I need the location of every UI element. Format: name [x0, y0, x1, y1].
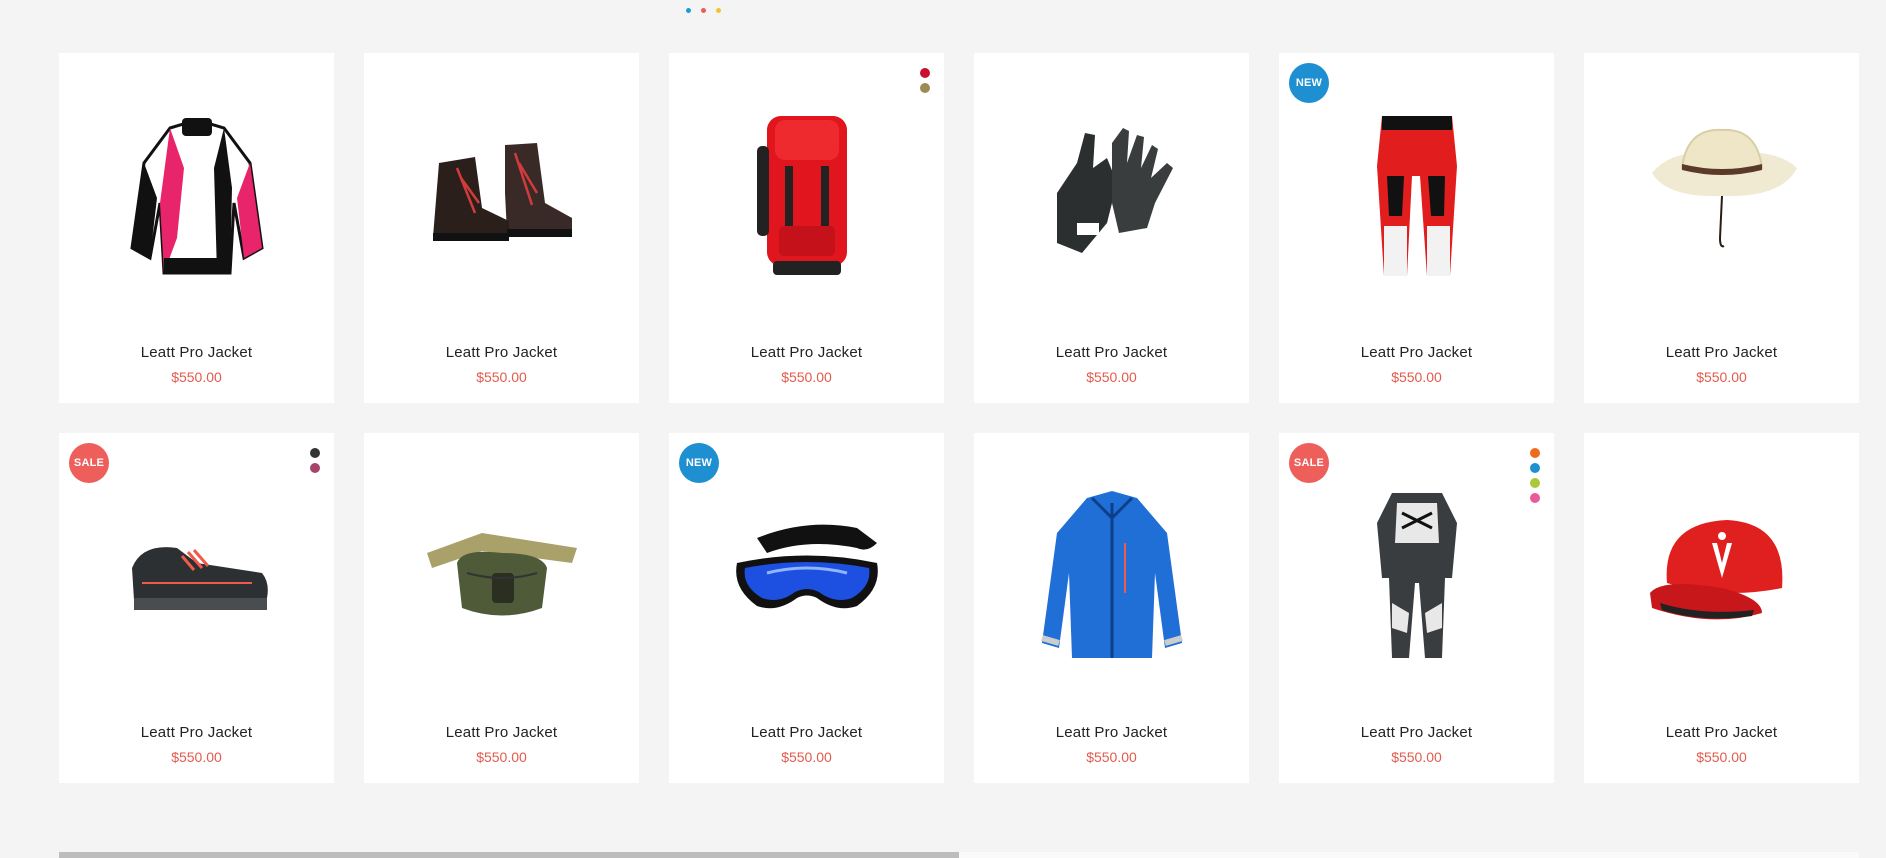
color-swatch[interactable] — [310, 448, 320, 458]
product-title[interactable]: Leatt Pro Jacket — [974, 724, 1249, 741]
product-price: $550.00 — [171, 749, 222, 765]
product-image[interactable] — [1279, 98, 1554, 288]
product-price: $550.00 — [171, 369, 222, 385]
carousel-pagination — [686, 8, 721, 13]
product-card[interactable]: Leatt Pro Jacket $550.00 — [1584, 433, 1859, 783]
color-swatch[interactable] — [1530, 448, 1540, 458]
product-price: $550.00 — [476, 749, 527, 765]
product-badge: SALE — [1289, 443, 1329, 483]
product-card[interactable]: Leatt Pro Jacket $550.00 — [1584, 53, 1859, 403]
product-price: $550.00 — [1696, 749, 1747, 765]
product-title[interactable]: Leatt Pro Jacket — [59, 724, 334, 741]
product-image[interactable] — [59, 98, 334, 288]
product-card[interactable]: Leatt Pro Jacket $550.00 — [669, 53, 944, 403]
color-swatches — [310, 448, 320, 473]
product-price: $550.00 — [1086, 749, 1137, 765]
product-price: $550.00 — [1391, 749, 1442, 765]
scrollbar-thumb[interactable] — [59, 852, 959, 858]
color-swatch[interactable] — [1530, 463, 1540, 473]
product-price: $550.00 — [781, 369, 832, 385]
product-image[interactable] — [974, 98, 1249, 288]
color-swatches — [920, 68, 930, 93]
product-price: $550.00 — [1696, 369, 1747, 385]
motocross-jacket-image — [129, 118, 264, 275]
product-image[interactable] — [669, 478, 944, 668]
red-backpack-image — [756, 115, 847, 275]
product-image[interactable] — [59, 478, 334, 668]
product-title[interactable]: Leatt Pro Jacket — [669, 724, 944, 741]
product-image[interactable] — [1279, 478, 1554, 668]
black-gloves-image — [1056, 128, 1173, 253]
red-baseball-cap-image — [1649, 520, 1782, 620]
product-grid: Leatt Pro Jacket $550.00 Leatt Pro Jacket… — [59, 53, 1859, 783]
product-price: $550.00 — [1086, 369, 1137, 385]
product-title[interactable]: Leatt Pro Jacket — [364, 344, 639, 361]
product-card[interactable]: SALE Leatt Pro Jacket $550.00 — [59, 433, 334, 783]
pagination-dot[interactable] — [701, 8, 706, 13]
product-title[interactable]: Leatt Pro Jacket — [669, 344, 944, 361]
product-card[interactable]: Leatt Pro Jacket $550.00 — [59, 53, 334, 403]
black-sneakers-image — [131, 547, 268, 610]
product-badge: NEW — [1289, 63, 1329, 103]
product-price: $550.00 — [781, 749, 832, 765]
product-title[interactable]: Leatt Pro Jacket — [59, 344, 334, 361]
straw-cowboy-hat-image — [1651, 128, 1797, 248]
product-card[interactable]: Leatt Pro Jacket $550.00 — [364, 433, 639, 783]
product-badge: SALE — [69, 443, 109, 483]
product-card[interactable]: SALE Leatt Pro Jacket $550.00 — [1279, 433, 1554, 783]
ski-goggles-image — [735, 524, 878, 609]
pagination-dot[interactable] — [686, 8, 691, 13]
leather-boots-image — [432, 143, 572, 241]
product-price: $550.00 — [1391, 369, 1442, 385]
product-image[interactable] — [364, 98, 639, 288]
product-carousel-page: Leatt Pro Jacket $550.00 Leatt Pro Jacket… — [0, 0, 1886, 858]
product-title[interactable]: Leatt Pro Jacket — [1584, 724, 1859, 741]
product-image[interactable] — [1584, 98, 1859, 288]
moto-suit-image — [1376, 493, 1457, 658]
pagination-dot[interactable] — [716, 8, 721, 13]
product-image[interactable] — [974, 478, 1249, 668]
product-card[interactable]: NEW Leatt Pro Jacket $550.00 — [669, 433, 944, 783]
product-card[interactable]: Leatt Pro Jacket $550.00 — [974, 433, 1249, 783]
horizontal-scrollbar[interactable] — [59, 852, 1859, 858]
product-image[interactable] — [364, 478, 639, 668]
color-swatch[interactable] — [920, 83, 930, 93]
product-badge: NEW — [679, 443, 719, 483]
product-card[interactable]: Leatt Pro Jacket $550.00 — [364, 53, 639, 403]
product-price: $550.00 — [476, 369, 527, 385]
product-image[interactable] — [669, 98, 944, 288]
product-title[interactable]: Leatt Pro Jacket — [1279, 724, 1554, 741]
product-title[interactable]: Leatt Pro Jacket — [1279, 344, 1554, 361]
product-title[interactable]: Leatt Pro Jacket — [1584, 344, 1859, 361]
waist-pack-image — [426, 533, 577, 616]
product-card[interactable]: Leatt Pro Jacket $550.00 — [974, 53, 1249, 403]
product-title[interactable]: Leatt Pro Jacket — [364, 724, 639, 741]
product-card[interactable]: NEW Leatt Pro Jacket $550.00 — [1279, 53, 1554, 403]
color-swatch[interactable] — [920, 68, 930, 78]
product-image[interactable] — [1584, 478, 1859, 668]
product-title[interactable]: Leatt Pro Jacket — [974, 344, 1249, 361]
red-moto-pants-image — [1376, 115, 1457, 276]
color-swatch[interactable] — [310, 463, 320, 473]
blue-jacket-image — [1040, 491, 1183, 658]
